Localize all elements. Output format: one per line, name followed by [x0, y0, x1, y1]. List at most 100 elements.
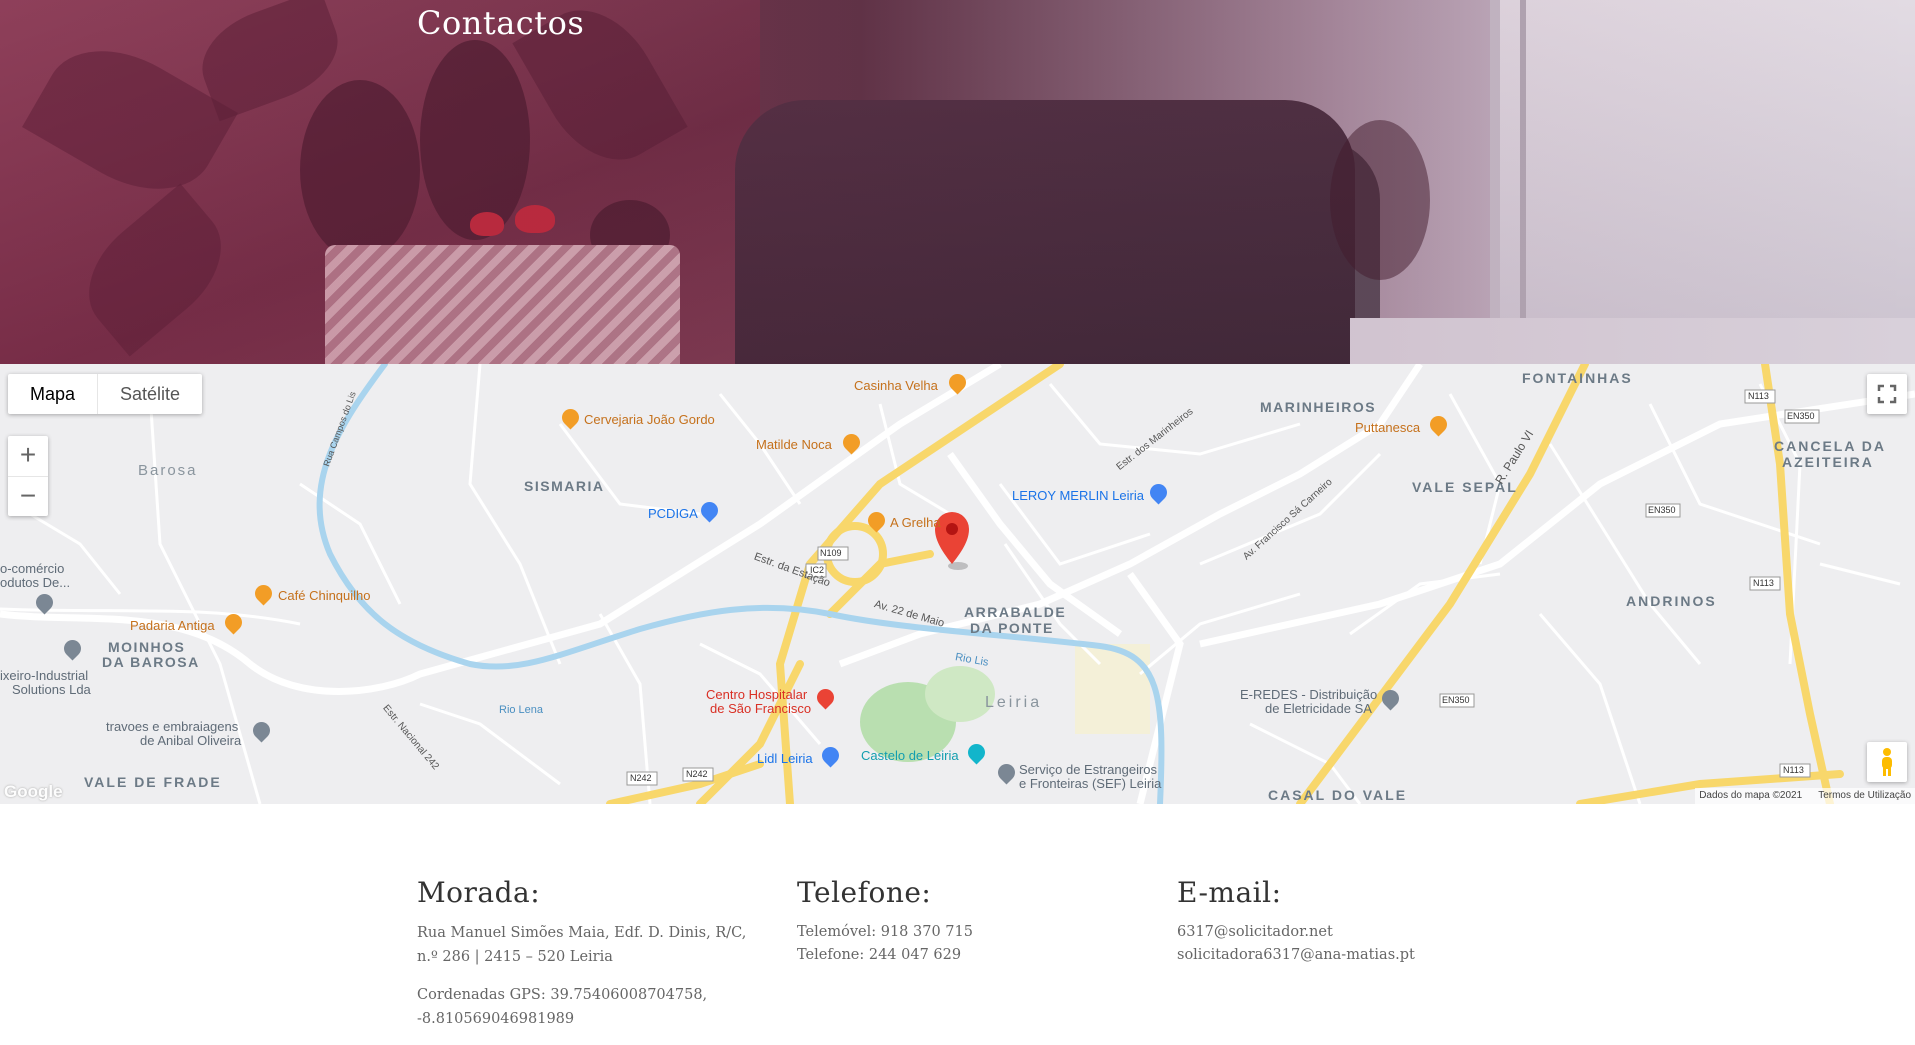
poi-sef[interactable]: Serviço de Estrangeiros	[1019, 762, 1157, 777]
map-type-map-button[interactable]: Mapa	[8, 374, 97, 414]
mobile-phone[interactable]: Telemóvel: 918 370 715	[797, 921, 1137, 944]
address-text: Rua Manuel Simões Maia, Edf. D. Dinis, R…	[417, 925, 747, 965]
place-label: CANCELA DA	[1774, 438, 1887, 454]
street-view-button[interactable]	[1867, 742, 1907, 782]
phone-column: Telefone: Telemóvel: 918 370 715 Telefon…	[797, 876, 1137, 967]
page-title: Contactos	[417, 4, 585, 42]
landmark-icon	[964, 740, 989, 765]
place-label: ARRABALDE	[964, 604, 1067, 620]
restaurant-icon	[558, 405, 583, 430]
street-label: Av. Francisco Sá Carneiro	[1241, 476, 1335, 563]
map-data-credit: Dados do mapa ©2021	[1699, 790, 1803, 801]
government-icon	[994, 760, 1019, 785]
map-labels: FONTAINHAS MARINHEIROS SISMARIA VALE SEP…	[0, 364, 1915, 804]
fullscreen-icon	[1877, 384, 1897, 404]
shopping-icon	[818, 743, 843, 768]
street-label: Rio Lis	[954, 651, 990, 669]
fullscreen-button[interactable]	[1867, 374, 1907, 414]
hero-banner: Contactos	[0, 0, 1915, 364]
street-label: Rua Campos do Lis	[321, 390, 358, 468]
poi-leroy-merlin[interactable]: LEROY MERLIN Leiria	[1012, 488, 1144, 503]
poi-lidl[interactable]: Lidl Leiria	[757, 751, 813, 766]
email-heading: E-mail:	[1177, 876, 1282, 909]
road-shield: EN350	[1648, 505, 1676, 515]
restaurant-icon	[1426, 412, 1451, 437]
map-attribution: Dados do mapa ©2021 Termos de Utilização	[1695, 788, 1915, 804]
email-column: E-mail: 6317@solicitador.net solicitador…	[1177, 876, 1517, 967]
pegman-icon	[1882, 748, 1892, 776]
place-label: Leiria	[985, 694, 1043, 711]
place-label: Barosa	[138, 462, 198, 479]
hero-overlay	[0, 0, 1915, 364]
address-column: Morada: Rua Manuel Simões Maia, Edf. D. …	[417, 876, 757, 1045]
terms-link[interactable]: Termos de Utilização	[1818, 788, 1911, 804]
landline-phone[interactable]: Telefone: 244 047 629	[797, 944, 1137, 967]
bakery-icon	[221, 610, 246, 635]
poi-travoes[interactable]: travoes e embraiagens	[106, 719, 238, 734]
place-label: DA BAROSA	[102, 654, 200, 670]
shopping-icon	[1146, 480, 1171, 505]
street-label: R. Paulo VI	[1492, 427, 1537, 487]
poi-e-redes[interactable]: E-REDES - Distribuição	[1240, 687, 1377, 702]
place-label: VALE DE FRADE	[84, 774, 222, 790]
poi-sef-line2: e Fronteiras (SEF) Leiria	[1019, 776, 1162, 791]
phone-heading: Telefone:	[797, 876, 932, 909]
email-link-secondary[interactable]: solicitadora6317@ana-matias.pt	[1177, 944, 1517, 967]
road-shield: IC2	[810, 565, 825, 575]
place-label: SISMARIA	[524, 478, 605, 494]
place-icon	[249, 718, 274, 743]
poi-castelo[interactable]: Castelo de Leiria	[861, 748, 959, 763]
map-type-satellite-button[interactable]: Satélite	[97, 374, 202, 414]
place-icon	[1378, 686, 1403, 711]
place-icon	[32, 590, 57, 615]
road-shield: N242	[686, 769, 708, 779]
google-logo[interactable]: Google	[4, 782, 63, 802]
poi-pcdiga[interactable]: PCDIGA	[648, 506, 698, 521]
poi-hospital-line2: de São Francisco	[710, 701, 812, 716]
poi-ixeiro[interactable]: ixeiro-Industrial	[0, 668, 88, 683]
cafe-icon	[251, 581, 276, 606]
street-label: Estr. Nacional 242	[380, 702, 441, 773]
zoom-control: + −	[8, 436, 48, 516]
poi-comercio-line2: odutos De...	[0, 575, 71, 590]
road-shield: N109	[820, 548, 842, 558]
shopping-icon	[697, 498, 722, 523]
restaurant-icon	[945, 370, 970, 395]
gps-coordinates: Cordenadas GPS: 39.75406008704758, -8.81…	[417, 987, 708, 1027]
street-label: Rio Lena	[499, 704, 544, 716]
place-label: DA PONTE	[970, 620, 1054, 636]
poi-e-redes-line2: de Eletricidade SA	[1265, 701, 1372, 716]
map-type-control: Mapa Satélite	[8, 374, 203, 414]
street-label: Estr. dos Marinheiros	[1114, 406, 1196, 473]
email-link-primary[interactable]: 6317@solicitador.net	[1177, 921, 1517, 944]
hospital-icon	[813, 685, 838, 710]
zoom-out-button[interactable]: −	[8, 477, 48, 517]
poi-puttanesca[interactable]: Puttanesca	[1355, 420, 1420, 435]
restaurant-icon	[839, 430, 864, 455]
place-label: CASAL DO VALE	[1268, 787, 1408, 803]
poi-padaria-antiga[interactable]: Padaria Antiga	[130, 618, 215, 633]
poi-comercio[interactable]: o-comércio	[0, 561, 64, 576]
google-map[interactable]: FONTAINHAS MARINHEIROS SISMARIA VALE SEP…	[0, 364, 1915, 804]
road-shield: N113	[1748, 391, 1769, 401]
place-label: MARINHEIROS	[1260, 399, 1377, 415]
poi-matilde-noca[interactable]: Matilde Noca	[756, 437, 832, 452]
poi-a-grelha[interactable]: A Grelha	[890, 515, 941, 530]
poi-cafe-chinquilho[interactable]: Café Chinquilho	[278, 588, 371, 603]
poi-cervejaria[interactable]: Cervejaria João Gordo	[584, 412, 715, 427]
place-icon	[60, 636, 85, 661]
poi-hospital[interactable]: Centro Hospitalar	[706, 687, 807, 702]
road-shield: N113	[1753, 578, 1774, 588]
poi-ixeiro-line2: Solutions Lda	[12, 682, 91, 697]
address-heading: Morada:	[417, 876, 541, 909]
place-label: MOINHOS	[108, 639, 186, 655]
poi-travoes-line2: de Anibal Oliveira	[140, 733, 242, 748]
road-shield: N242	[630, 773, 652, 783]
poi-casinha-velha[interactable]: Casinha Velha	[854, 378, 938, 393]
street-label: Av. 22 de Maio	[872, 598, 946, 630]
place-label: ANDRINOS	[1626, 593, 1717, 609]
road-shield: EN350	[1442, 695, 1470, 705]
road-shield: EN350	[1787, 411, 1815, 421]
zoom-in-button[interactable]: +	[8, 436, 48, 477]
place-label: FONTAINHAS	[1522, 370, 1633, 386]
